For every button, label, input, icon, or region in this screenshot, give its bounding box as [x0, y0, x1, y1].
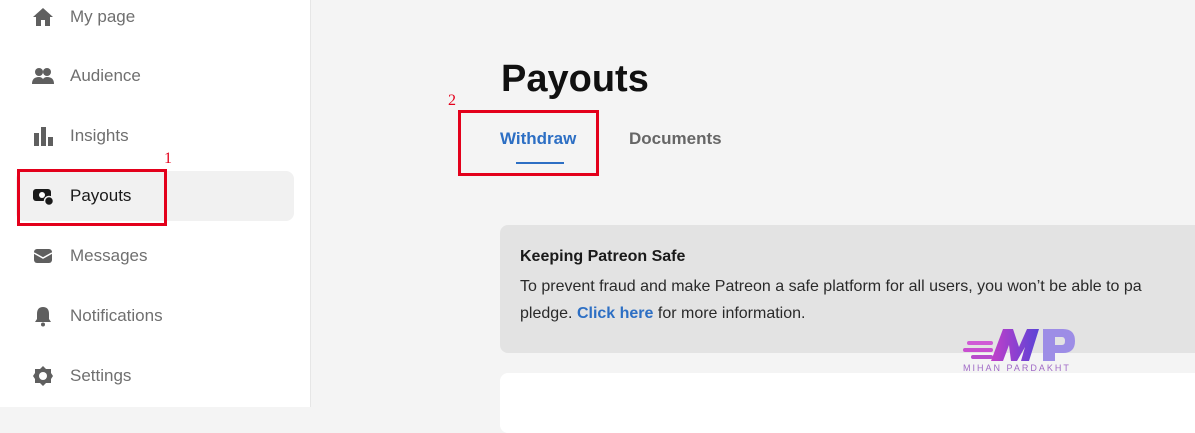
page-title: Payouts — [501, 58, 649, 100]
people-icon — [32, 65, 54, 87]
sidebar-item-label: Settings — [70, 366, 132, 385]
content-card — [500, 373, 1195, 433]
sidebar-item-label: Audience — [70, 66, 141, 85]
home-icon — [32, 6, 54, 28]
gear-icon — [32, 365, 54, 387]
bar-chart-icon — [32, 125, 54, 147]
tab-documents[interactable]: Documents — [629, 129, 722, 149]
click-here-link[interactable]: Click here — [577, 305, 653, 322]
notice-banner: Keeping Patreon Safe To prevent fraud an… — [500, 225, 1195, 353]
notice-line-2-end: for more information. — [653, 305, 806, 322]
sidebar-item-messages[interactable]: Messages — [16, 231, 294, 281]
notice-line-2-start: pledge. — [520, 305, 577, 322]
bell-icon — [32, 305, 54, 327]
notice-body: To prevent fraud and make Patreon a safe… — [520, 273, 1195, 327]
annotation-box-withdraw — [458, 110, 599, 176]
sidebar-item-my-page[interactable]: My page — [16, 0, 294, 42]
watermark-text: MIHAN PARDAKHT — [963, 363, 1071, 373]
sidebar-item-settings[interactable]: Settings — [16, 351, 294, 401]
watermark-logo: MIHAN PARDAKHT — [963, 327, 1078, 377]
sidebar-item-label: Insights — [70, 126, 129, 145]
annotation-box-payouts — [17, 169, 167, 226]
sidebar-item-label: Messages — [70, 246, 148, 265]
sidebar-item-audience[interactable]: Audience — [16, 51, 294, 101]
notice-title: Keeping Patreon Safe — [520, 248, 686, 265]
sidebar-item-notifications[interactable]: Notifications — [16, 291, 294, 341]
sidebar-item-insights[interactable]: Insights — [16, 111, 294, 161]
annotation-number-1: 1 — [164, 150, 172, 167]
annotation-number-2: 2 — [448, 92, 456, 109]
notice-line-1: To prevent fraud and make Patreon a safe… — [520, 278, 1142, 295]
sidebar-item-label: My page — [70, 7, 136, 26]
envelope-icon — [32, 245, 54, 267]
mp-logo-icon — [963, 329, 1075, 361]
sidebar-item-label: Notifications — [70, 306, 163, 325]
